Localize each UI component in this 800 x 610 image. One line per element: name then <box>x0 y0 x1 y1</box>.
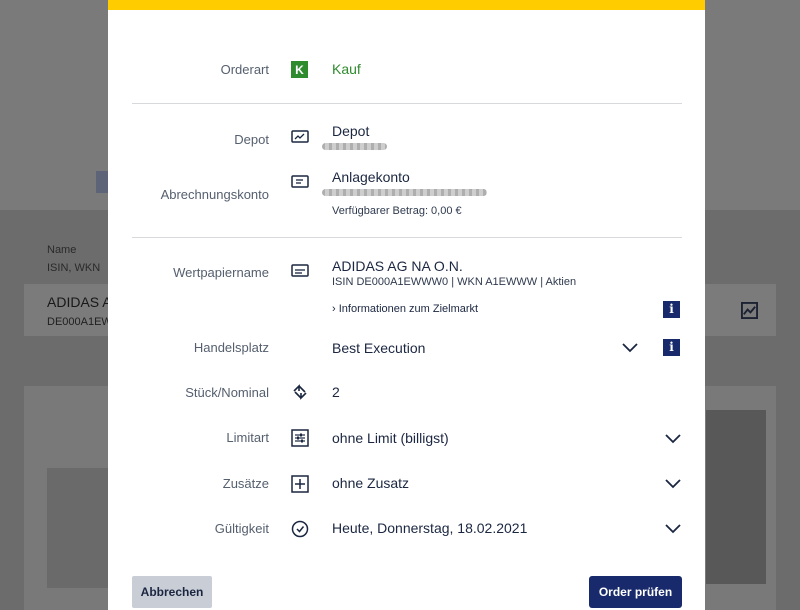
chevron-down-icon <box>622 343 638 353</box>
quantity-input[interactable]: 2 <box>332 384 340 400</box>
quantity-label: Stück/Nominal <box>185 385 269 400</box>
target-market-link[interactable]: › Informationen zum Zielmarkt <box>332 303 478 315</box>
clock-icon <box>291 520 309 538</box>
account-label: Abrechnungskonto <box>160 187 269 202</box>
divider <box>132 103 682 104</box>
quantity-icon <box>293 384 307 400</box>
background-image-left <box>47 468 108 588</box>
additions-select[interactable]: ohne Zusatz <box>332 469 682 497</box>
validity-value: Heute, Donnerstag, 18.02.2021 <box>332 520 528 536</box>
order-dialog: Orderart K Kauf Depot Depot Abrechnungsk… <box>108 0 705 610</box>
row-security-isin: DE000A1EW <box>47 316 112 328</box>
background-image-right <box>706 410 766 584</box>
limit-type-value: ohne Limit (billigst) <box>332 430 449 446</box>
chevron-down-icon <box>665 479 681 489</box>
additions-label: Zusätze <box>222 476 269 491</box>
validity-label: Gültigkeit <box>214 521 269 536</box>
limit-type-label: Limitart <box>226 430 269 445</box>
depot-value: Depot <box>332 123 370 139</box>
depot-number-redacted <box>322 143 387 150</box>
account-number-redacted <box>322 189 487 196</box>
venue-select[interactable]: Best Execution <box>332 334 642 362</box>
row-security-name: ADIDAS A <box>47 294 112 310</box>
info-icon[interactable]: i <box>663 301 680 318</box>
venue-label: Handelsplatz <box>193 340 269 355</box>
security-details: ISIN DE000A1EWWW0 | WKN A1EWWW | Aktien <box>332 276 577 288</box>
orderart-label: Orderart <box>220 62 269 77</box>
security-label: Wertpapiername <box>173 265 269 280</box>
chevron-down-icon <box>665 524 681 534</box>
additions-value: ohne Zusatz <box>332 475 410 491</box>
chevron-down-icon <box>665 434 681 444</box>
security-icon <box>291 264 309 277</box>
depot-label: Depot <box>234 132 269 147</box>
check-order-button[interactable]: Order prüfen <box>589 576 682 608</box>
limit-type-select[interactable]: ohne Limit (billigst) <box>332 424 682 452</box>
info-icon[interactable]: i <box>663 339 680 356</box>
accent-bar <box>108 0 705 10</box>
cancel-button[interactable]: Abbrechen <box>132 576 212 608</box>
column-header-name: Name <box>47 244 77 256</box>
chart-icon <box>741 302 758 319</box>
account-icon <box>291 175 309 188</box>
security-name: ADIDAS AG NA O.N. <box>332 258 463 274</box>
validity-select[interactable]: Heute, Donnerstag, 18.02.2021 <box>332 514 682 542</box>
column-header-isin: ISIN, WKN <box>47 262 101 274</box>
available-amount: Verfügbarer Betrag: 0,00 € <box>332 205 462 217</box>
venue-value: Best Execution <box>332 340 426 356</box>
depot-icon <box>291 130 309 143</box>
divider <box>132 237 682 238</box>
orderart-value: Kauf <box>332 61 361 77</box>
add-box-icon <box>291 475 309 493</box>
account-value: Anlagekonto <box>332 169 410 185</box>
limit-sliders-icon <box>291 429 309 447</box>
buy-badge-icon: K <box>291 61 308 78</box>
